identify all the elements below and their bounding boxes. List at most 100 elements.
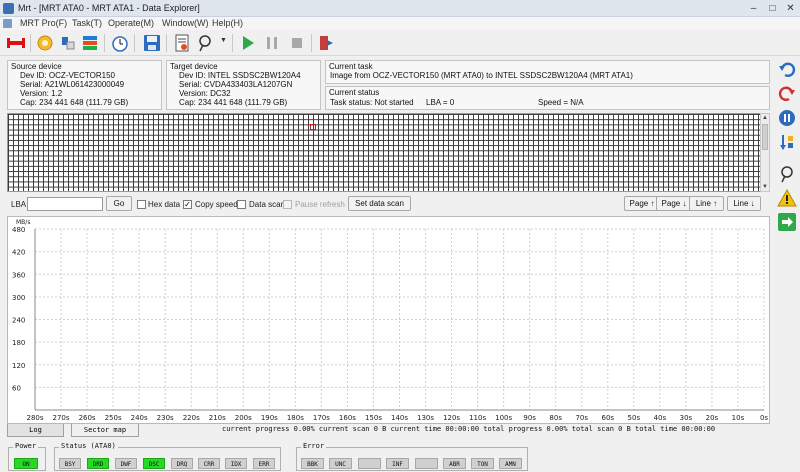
speed-chart-svg: 60 120 180 240 300 360 420 480 280s 270s 260s 250s 2…	[12, 219, 768, 422]
status-lba: LBA = 0	[426, 98, 455, 107]
tabs-row: Log Sector map current progress 0.00% cu…	[7, 424, 770, 438]
x-tick-label: 140s	[391, 414, 408, 422]
scroll-up-icon[interactable]: ▲	[761, 114, 769, 122]
minimize-icon[interactable]: –	[745, 2, 762, 15]
menu-help[interactable]: Help(H)	[212, 18, 243, 28]
x-tick-label: 50s	[628, 414, 641, 422]
source-capacity: Cap: 234 441 648 (111.79 GB)	[20, 98, 129, 107]
lba-label: LBA	[11, 200, 27, 209]
set-data-scan-button[interactable]: Set data scan	[348, 196, 411, 211]
app-icon	[3, 3, 14, 14]
pause-icon[interactable]	[262, 33, 282, 53]
sector-cursor	[310, 124, 316, 130]
line-up-button[interactable]: Line ↑	[689, 196, 724, 211]
x-tick-label: 210s	[209, 414, 226, 422]
close-icon[interactable]: ✕	[782, 2, 799, 15]
source-serial: Serial: A21WL061423000049	[20, 80, 125, 89]
x-tick-label: 200s	[235, 414, 252, 422]
indicator-crr: CRR	[198, 458, 220, 469]
save-icon[interactable]	[142, 33, 162, 53]
page-up-button[interactable]: Page ↑	[624, 196, 660, 211]
pause-circle-icon[interactable]	[777, 108, 797, 128]
menu-window[interactable]: Window(W)	[162, 18, 209, 28]
indicator-dsc: DSC	[143, 458, 165, 469]
y-tick-label: 360	[12, 271, 25, 279]
arrow-right-icon[interactable]	[777, 212, 797, 232]
target-version: Version: DC32	[179, 89, 231, 98]
y-tick-label: 300	[12, 294, 25, 302]
x-tick-label: 250s	[105, 414, 122, 422]
y-tick-label: 240	[12, 317, 25, 325]
y-tick-label: 480	[12, 226, 25, 234]
redo-icon[interactable]	[777, 84, 797, 104]
x-tick-label: 170s	[313, 414, 330, 422]
x-tick-label: 110s	[469, 414, 486, 422]
go-button[interactable]: Go	[106, 196, 132, 211]
menu-mrt-pro[interactable]: MRT Pro(F)	[20, 18, 67, 28]
indicator-inf: INF	[386, 458, 409, 469]
data-scan-checkbox[interactable]	[237, 200, 246, 209]
indicator-idx: IDX	[225, 458, 247, 469]
probe-side-icon[interactable]	[777, 164, 797, 184]
target-dev-id: Dev ID: INTEL SSDSC2BW120A4	[179, 71, 301, 80]
x-tick-label: 160s	[339, 414, 356, 422]
stop-icon[interactable]	[287, 33, 307, 53]
current-task-panel: Current task Image from OCZ-VECTOR150 (M…	[325, 60, 770, 84]
maximize-icon[interactable]: □	[764, 2, 781, 15]
timer-icon[interactable]	[110, 33, 130, 53]
power-group: Power ON	[8, 442, 46, 471]
chevron-down-icon[interactable]: ▼	[220, 37, 227, 44]
hex-data-checkbox[interactable]	[137, 200, 146, 209]
menu-app-icon	[3, 19, 12, 28]
lba-input[interactable]	[27, 197, 103, 211]
scroll-down-icon[interactable]: ▼	[761, 183, 769, 191]
probe-icon[interactable]	[196, 33, 216, 53]
progress-summary: current progress 0.00% current scan 0 B …	[222, 425, 716, 433]
x-tick-label: 270s	[53, 414, 70, 422]
current-status-header: Current status	[329, 88, 380, 97]
line-down-button[interactable]: Line ↓	[727, 196, 761, 211]
toolbar-separator	[232, 34, 233, 52]
tools-icon[interactable]	[58, 33, 78, 53]
play-icon[interactable]	[238, 33, 258, 53]
pause-refresh-checkbox[interactable]	[283, 200, 292, 209]
status-group: Status (ATA0) BSY DRD DWF DSC DRQ CRR ID…	[54, 442, 281, 471]
y-axis-label: MB/s	[16, 219, 30, 226]
data-scan-label: Data scan	[249, 200, 286, 209]
warning-icon[interactable]	[777, 188, 797, 208]
page-down-button[interactable]: Page ↓	[656, 196, 692, 211]
disconnect-icon[interactable]	[6, 33, 26, 53]
right-sidebar	[773, 56, 800, 236]
toolbar-separator	[166, 34, 167, 52]
x-tick-label: 130s	[417, 414, 434, 422]
gear-icon[interactable]	[35, 33, 55, 53]
sort-icon[interactable]	[777, 132, 797, 152]
toolbar-separator	[134, 34, 135, 52]
indicator-unc: UNC	[329, 458, 352, 469]
menu-task[interactable]: Task(T)	[72, 18, 102, 28]
x-tick-label: 150s	[365, 414, 382, 422]
exit-icon[interactable]	[317, 33, 337, 53]
x-tick-label: 70s	[575, 414, 588, 422]
undo-icon[interactable]	[777, 60, 797, 80]
scrollbar-thumb[interactable]	[762, 124, 768, 150]
x-tick-label: 220s	[183, 414, 200, 422]
bottom-status-bar: Power ON Status (ATA0) BSY DRD DWF DSC D…	[0, 440, 800, 472]
target-device-header: Target device	[170, 62, 218, 71]
current-status-panel: Current status Task status: Not started …	[325, 86, 770, 110]
report-icon[interactable]	[172, 33, 192, 53]
menu-operate[interactable]: Operate(M)	[108, 18, 154, 28]
copy-speed-checkbox[interactable]: ✓	[183, 200, 192, 209]
power-label: Power	[13, 442, 39, 450]
tab-sector-map[interactable]: Sector map	[71, 424, 139, 437]
copy-speed-label: Copy speed	[195, 200, 238, 209]
indicator-blank-1	[358, 458, 381, 469]
toolbar: ▼	[0, 30, 800, 56]
sector-map[interactable]	[7, 113, 769, 192]
color-bars-icon[interactable]	[80, 33, 100, 53]
error-group-label: Error	[301, 442, 327, 450]
toolbar-separator	[311, 34, 312, 52]
tab-log[interactable]: Log	[7, 424, 64, 437]
indicator-bbk: BBK	[301, 458, 324, 469]
sector-map-scrollbar[interactable]: ▲ ▼	[760, 113, 770, 192]
